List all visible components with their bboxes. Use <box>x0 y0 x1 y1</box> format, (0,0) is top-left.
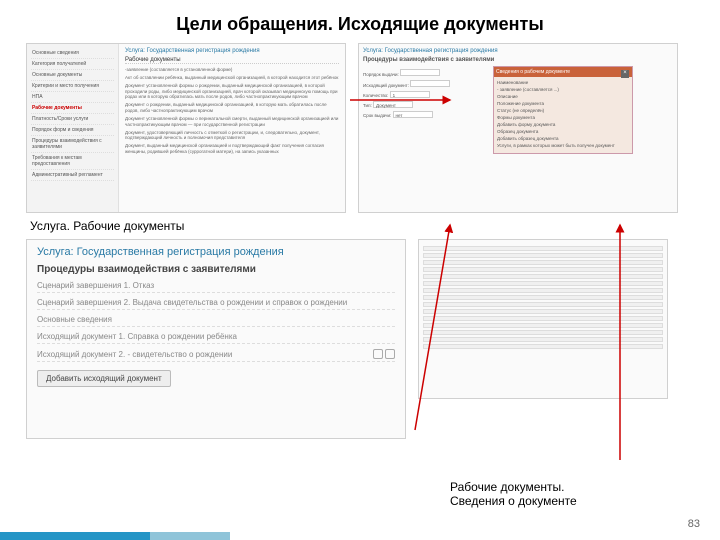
popup-field[interactable]: Услуги, в рамках которых может быть полу… <box>497 143 629 148</box>
procedures-heading: Процедуры взаимодействия с заявителями <box>363 57 673 63</box>
sidebar-item[interactable]: Административный регламент <box>31 170 114 181</box>
detail-blocks <box>423 246 663 349</box>
popup-field[interactable]: Положение документа <box>497 101 629 106</box>
caption-top: Услуга. Рабочие документы <box>0 213 720 239</box>
edit-icon[interactable] <box>373 349 383 359</box>
doc-item[interactable]: Документ установленной формы о рождении,… <box>125 83 339 101</box>
popup-field[interactable]: Добавить образец документа <box>497 136 629 141</box>
doc-item[interactable]: Документ установленной формы о перинатал… <box>125 116 339 128</box>
procedure-row[interactable]: Основные сведения <box>37 315 395 327</box>
doc-item[interactable]: -заявление (составляется в установленной… <box>125 67 339 73</box>
form-field: Исходящий документ: <box>363 80 493 88</box>
popup-field[interactable]: Наименование <box>497 80 629 85</box>
sidebar-item[interactable]: Основные документы <box>31 70 114 81</box>
doc-item[interactable]: Документ, выданный медицинской организац… <box>125 143 339 155</box>
form-input[interactable]: 1 <box>390 91 430 98</box>
delete-icon[interactable] <box>385 349 395 359</box>
sidebar: Основные сведенияКатегория получателейОс… <box>27 44 119 212</box>
form-field: Срок выдачи: нет <box>363 111 493 118</box>
sidebar-item[interactable]: НПА <box>31 92 114 103</box>
section-heading: Рабочие документы <box>125 57 339 64</box>
sidebar-item[interactable]: Основные сведения <box>31 48 114 59</box>
doc-item[interactable]: Документ, удостоверяющий личность с отме… <box>125 130 339 142</box>
service-title: Услуга: Государственная регистрация рожд… <box>363 48 673 54</box>
popup-field[interactable]: Статус (не определён) <box>497 108 629 113</box>
panel-service-docs: Основные сведенияКатегория получателейОс… <box>26 43 346 213</box>
popup-field[interactable]: Образец документа <box>497 129 629 134</box>
close-icon[interactable]: × <box>621 70 629 78</box>
sidebar-item[interactable]: Рабочие документы <box>31 103 114 114</box>
doc-item[interactable]: Акт об оставлении ребёнка, выданный меди… <box>125 75 339 81</box>
popup-field[interactable]: - заявление (составляется ...) <box>497 87 629 92</box>
procedure-row[interactable]: Исходящий документ 1. Справка о рождении… <box>37 332 395 344</box>
sidebar-item[interactable]: Критерии и место получения <box>31 81 114 92</box>
sidebar-item[interactable]: Порядок форм и сведения <box>31 125 114 136</box>
service-title: Услуга: Государственная регистрация рожд… <box>125 48 339 54</box>
form-input[interactable] <box>400 69 440 76</box>
procedure-row[interactable]: Исходящий документ 2. - свидетельство о … <box>37 349 395 362</box>
procedure-row[interactable]: Сценарий завершения 1. Отказ <box>37 281 395 293</box>
page-number: 83 <box>688 518 700 530</box>
sidebar-item[interactable]: Требования к местам предоставления <box>31 153 114 170</box>
popup-field[interactable]: Описание <box>497 94 629 99</box>
popup-field[interactable]: Добавить форму документа <box>497 122 629 127</box>
top-panels: Основные сведенияКатегория получателейОс… <box>0 43 720 213</box>
panel-doc-details <box>418 239 668 399</box>
popup-field[interactable]: Формы документа <box>497 115 629 120</box>
sidebar-item[interactable]: Платность/Сроки услуги <box>31 114 114 125</box>
form-left-col: Порядок выдачи: Исходящий документ: Коли… <box>363 66 493 154</box>
footer-bar <box>0 532 720 540</box>
form-input[interactable]: Документ <box>373 101 413 108</box>
bottom-panels: Услуга: Государственная регистрация рожд… <box>0 239 720 439</box>
doc-info-popup: Сведения о рабочем документе × Наименова… <box>493 66 633 154</box>
add-doc-row: Добавить исходящий документ <box>37 370 395 387</box>
caption-bottom: Рабочие документы. Сведения о документе <box>450 480 577 508</box>
service-title: Услуга: Государственная регистрация рожд… <box>37 246 395 258</box>
sidebar-item[interactable]: Процедуры взаимодействия с заявителями <box>31 136 114 153</box>
procedures-heading: Процедуры взаимодействия с заявителями <box>37 264 395 275</box>
form-field: Тип: Документ <box>363 101 493 108</box>
form-input[interactable] <box>410 80 450 87</box>
panel-procedures: Услуга: Государственная регистрация рожд… <box>26 239 406 439</box>
doc-item[interactable]: Документ о рождении, выданный медицинско… <box>125 102 339 114</box>
procedure-row[interactable]: Сценарий завершения 2. Выдача свидетельс… <box>37 298 395 310</box>
panel-doc-form: Услуга: Государственная регистрация рожд… <box>358 43 678 213</box>
add-outgoing-doc-button[interactable]: Добавить исходящий документ <box>37 370 171 387</box>
panel-main: Услуга: Государственная регистрация рожд… <box>119 44 345 212</box>
sidebar-item[interactable]: Категория получателей <box>31 59 114 70</box>
form-input[interactable]: нет <box>393 111 433 118</box>
form-field: Порядок выдачи: <box>363 69 493 77</box>
slide-title: Цели обращения. Исходящие документы <box>0 0 720 43</box>
form-field: Количество: 1 <box>363 91 493 98</box>
popup-header: Сведения о рабочем документе <box>494 67 632 77</box>
